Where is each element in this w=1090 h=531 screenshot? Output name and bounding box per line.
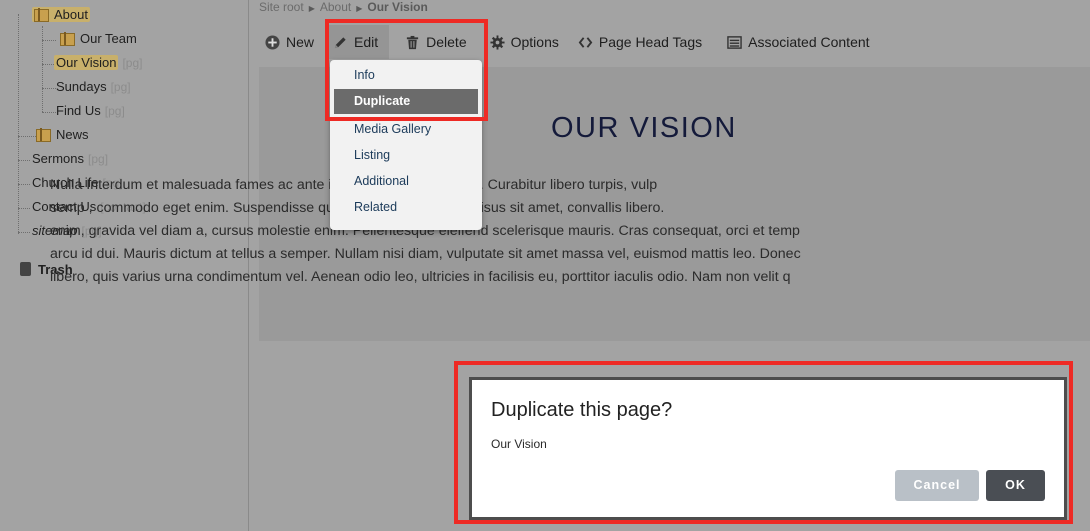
tree-guide-line xyxy=(42,88,56,89)
ok-button[interactable]: OK xyxy=(986,470,1045,501)
folder-icon xyxy=(60,32,75,46)
page-type-tag: [pg] xyxy=(110,80,131,94)
tree-guide-line xyxy=(18,184,30,185)
breadcrumb-item[interactable]: About xyxy=(320,0,351,14)
duplicate-dialog: Duplicate this page? Our Vision Cancel O… xyxy=(469,377,1067,520)
tree-guide-line xyxy=(18,136,36,137)
tree-item-our-vision[interactable]: Our Vision [pg] xyxy=(54,53,142,73)
menu-item-listing[interactable]: Listing xyxy=(330,143,482,168)
body-line: arcu id dui. Mauris dictum at tellus a s… xyxy=(50,246,801,262)
tree-guide-line xyxy=(18,160,30,161)
associated-content-label: Associated Content xyxy=(748,34,870,50)
page-head-tags-label: Page Head Tags xyxy=(598,34,703,50)
breadcrumb-current: Our Vision xyxy=(367,0,428,14)
tree-item-label: Sundays xyxy=(56,79,107,94)
tree-item-about[interactable]: About xyxy=(32,5,90,25)
tree-item-label: Our Vision xyxy=(56,55,117,70)
body-line: libero, quis varius urna condimentum vel… xyxy=(50,269,791,285)
tree-item-label: News xyxy=(56,127,89,142)
dialog-title: Duplicate this page? xyxy=(491,399,673,421)
tree-item-sundays[interactable]: Sundays [pg] xyxy=(56,77,131,97)
tree-item-label: Sermons xyxy=(32,151,85,166)
associated-content-button[interactable]: Associated Content xyxy=(719,25,880,59)
tree-item-find-us[interactable]: Find Us [pg] xyxy=(56,101,125,121)
trash-icon xyxy=(20,262,31,276)
breadcrumb-item[interactable]: Site root xyxy=(259,0,304,14)
highlight-box-edit-duplicate xyxy=(325,19,488,121)
page-type-tag: [pg] xyxy=(122,56,143,70)
tree-guide-line xyxy=(42,26,43,112)
tree-item-sermons[interactable]: Sermons [pg] xyxy=(32,149,108,169)
tree-guide-line xyxy=(18,208,30,209)
content-list-icon xyxy=(727,35,742,49)
page-type-tag: [pg] xyxy=(88,152,109,166)
new-button-label: New xyxy=(286,34,315,50)
tree-guide-line xyxy=(42,64,54,65)
gear-icon xyxy=(490,34,505,50)
tree-item-label: Find Us xyxy=(56,103,101,118)
plus-circle-icon xyxy=(265,34,280,50)
options-button-label: Options xyxy=(510,34,559,50)
chevron-right-icon: ▶ xyxy=(308,4,315,13)
tree-guide-line xyxy=(18,14,19,234)
chevron-right-icon: ▶ xyxy=(356,4,363,13)
tree-item-label: Our Team xyxy=(80,31,137,46)
cancel-button[interactable]: Cancel xyxy=(895,470,979,501)
tree-item-label: About xyxy=(54,7,88,22)
options-button[interactable]: Options xyxy=(482,25,570,59)
folder-icon xyxy=(36,128,51,142)
page-type-tag: [pg] xyxy=(104,104,125,118)
menu-item-related[interactable]: Related xyxy=(330,195,482,220)
tree-guide-line xyxy=(18,232,30,233)
new-button[interactable]: New xyxy=(257,25,325,59)
menu-item-additional[interactable]: Additional xyxy=(330,169,482,194)
tree-item-news[interactable]: News xyxy=(36,125,89,145)
page-heading: OUR VISION xyxy=(551,112,737,144)
folder-icon xyxy=(34,8,49,22)
page-head-tags-button[interactable]: Page Head Tags xyxy=(570,25,713,59)
dialog-page-name: Our Vision xyxy=(491,437,547,451)
code-brackets-icon xyxy=(578,36,593,48)
tree-item-our-team[interactable]: Our Team xyxy=(60,29,137,49)
breadcrumb: Site root ▶ About ▶ Our Vision xyxy=(259,0,428,14)
tree-guide-line xyxy=(42,40,56,41)
tree-guide-line xyxy=(42,112,56,113)
